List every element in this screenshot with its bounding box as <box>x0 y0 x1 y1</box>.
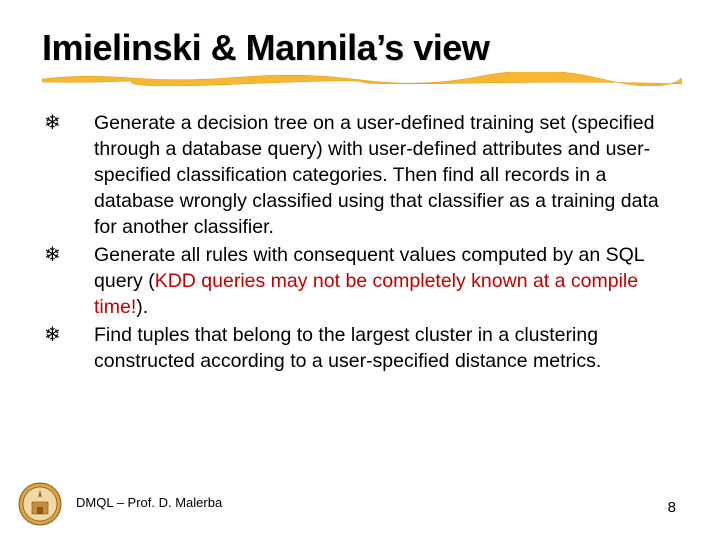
list-item: ❄ Find tuples that belong to the largest… <box>42 322 678 374</box>
list-item: ❄ Generate all rules with consequent val… <box>42 242 678 320</box>
bullet-icon: ❄ <box>42 242 94 268</box>
list-item-text: Generate a decision tree on a user-defin… <box>94 110 678 240</box>
footer-text: DMQL – Prof. D. Malerba <box>76 495 222 510</box>
bullet-icon: ❄ <box>42 110 94 136</box>
page-number: 8 <box>668 499 676 516</box>
list-item-text: Generate all rules with consequent value… <box>94 242 678 320</box>
bullet-list: ❄ Generate a decision tree on a user-def… <box>42 110 678 374</box>
highlight-text: KDD queries may not be completely known … <box>94 270 638 318</box>
list-item: ❄ Generate a decision tree on a user-def… <box>42 110 678 240</box>
bullet-icon: ❄ <box>42 322 94 348</box>
list-item-text: Find tuples that belong to the largest c… <box>94 322 678 374</box>
slide-title: Imielinski & Mannila’s view <box>42 28 678 68</box>
title-underline <box>42 72 682 86</box>
seal-icon <box>18 482 62 526</box>
